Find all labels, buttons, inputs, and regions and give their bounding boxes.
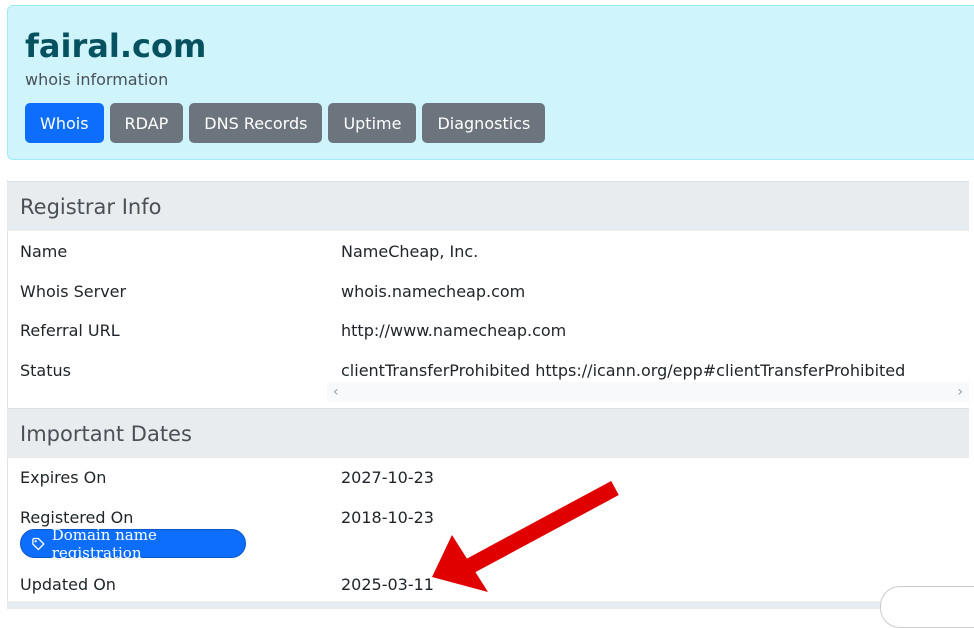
annotation-arrow-icon	[432, 480, 619, 592]
